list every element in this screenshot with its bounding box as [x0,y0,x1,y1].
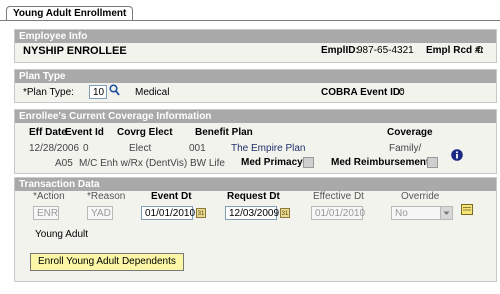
coverage-elect: Elect [129,143,152,154]
current-coverage-section: Enrollee's Current Coverage Information … [14,109,497,174]
med-primacy-label: Med Primacy [241,157,303,168]
col-override: Override [401,191,440,202]
col-request-dt: Request Dt [227,191,280,202]
col-eff-date: Eff Date [29,127,67,138]
override-select[interactable]: No [391,206,453,220]
request-dt-input[interactable]: 12/03/2009 [225,206,279,220]
reason-input[interactable]: YAD [87,206,113,220]
employee-name: NYSHIP ENROLLEE [23,45,127,57]
coverage-plan-code: 001 [189,143,206,154]
chevron-down-icon[interactable] [440,207,452,219]
coverage-plan-name: The Empire Plan [231,143,306,154]
event-dt-calendar-icon[interactable]: 31 [196,208,206,218]
enroll-young-adult-dependents-button[interactable]: Enroll Young Adult Dependents [30,253,184,271]
col-action: *Action [33,191,65,202]
cobra-event-id-label: COBRA Event ID: [321,87,404,98]
cobra-event-id-value: 0 [399,87,405,98]
action-input[interactable]: ENR [33,206,59,220]
col-event-dt: Event Dt [151,191,192,202]
current-coverage-header: Enrollee's Current Coverage Information [15,110,496,123]
coverage-level: Family/ [389,143,422,154]
plan-type-input[interactable]: 10 [89,85,107,99]
reason-description: Young Adult [35,229,89,240]
plan-type-section: Plan Type *Plan Type: 10 Medical COBRA E… [14,69,497,103]
plan-type-description: Medical [135,87,170,98]
employee-info-header: Employee Info [15,30,496,43]
coverage-eff-date: 12/28/2006 [29,143,80,154]
plan-type-label: *Plan Type: [23,87,74,98]
emplid-label: EmplID: [321,45,359,56]
med-reimbursement-checkbox[interactable] [427,157,438,168]
col-coverage: Coverage [387,127,433,138]
med-primacy-checkbox[interactable] [303,157,314,168]
employee-info-section: Employee Info NYSHIP ENROLLEE EmplID: 98… [14,29,497,63]
tab-young-adult-enrollment[interactable]: Young Adult Enrollment [6,6,134,21]
empl-rcd-value: 0 [477,45,483,56]
tab-divider [0,20,500,21]
col-reason: *Reason [87,191,126,202]
transaction-data-section: Transaction Data *Action *Reason Event D… [14,177,497,282]
transaction-data-header: Transaction Data [15,178,496,191]
request-dt-calendar-icon[interactable]: 31 [280,208,290,218]
col-benefit-plan: Benefit Plan [195,127,253,138]
coverage-description: M/C Enh w/Rx (DentVis) BW Life [79,158,225,169]
col-event-id: Event Id [65,127,104,138]
plan-type-lookup-icon[interactable] [109,84,120,99]
empl-rcd-label: Empl Rcd #: [426,45,484,56]
med-reimbursement-label: Med Reimbursement [331,157,430,168]
coverage-code: A05 [55,158,73,169]
plan-type-header: Plan Type [15,70,496,83]
override-select-value: No [395,208,408,219]
coverage-event-id: 0 [83,143,89,154]
notes-icon[interactable] [461,204,473,218]
event-dt-input[interactable]: 01/01/2010 [141,206,195,220]
info-icon[interactable] [451,149,463,164]
col-effective-dt: Effective Dt [313,191,364,202]
emplid-value: 987-65-4321 [357,45,414,56]
effective-dt-input: 01/01/2010 [311,206,365,220]
col-covrg-elect: Covrg Elect [117,127,173,138]
